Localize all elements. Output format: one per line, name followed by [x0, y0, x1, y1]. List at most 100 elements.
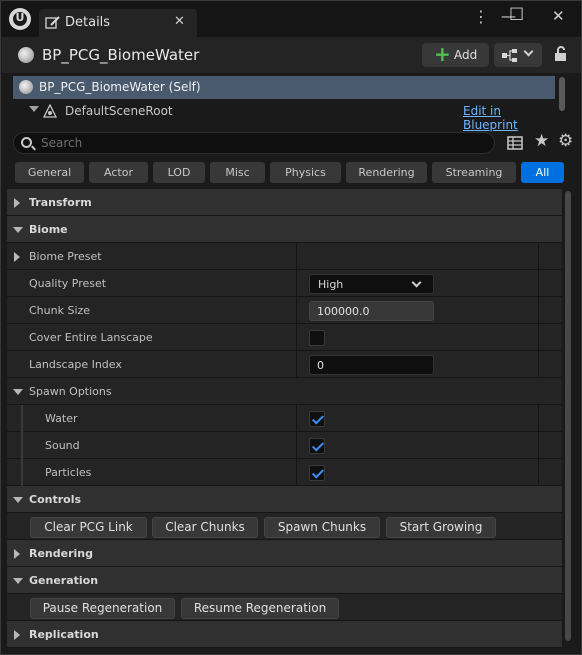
- water-checkbox[interactable]: [309, 411, 325, 427]
- landscape-index-field[interactable]: 0: [309, 355, 434, 375]
- controls-button-row: Clear PCG Link Clear Chunks Spawn Chunks…: [7, 513, 562, 540]
- column-divider[interactable]: [296, 459, 297, 486]
- expand-arrow-icon[interactable]: [14, 630, 20, 640]
- column-divider: [538, 351, 539, 378]
- generation-button-row: Pause Regeneration Resume Regeneration: [7, 594, 562, 621]
- expand-arrow-icon[interactable]: [29, 106, 39, 112]
- tab-general[interactable]: General: [15, 162, 84, 183]
- blueprint-options-button[interactable]: [494, 43, 542, 67]
- tab-lod[interactable]: LOD: [153, 162, 205, 183]
- category-rendering[interactable]: Rendering: [7, 540, 562, 567]
- column-divider[interactable]: [296, 270, 297, 297]
- settings-gear-icon[interactable]: ⚙: [558, 133, 573, 150]
- collapse-arrow-icon[interactable]: [13, 389, 23, 395]
- collapse-arrow-icon[interactable]: [13, 578, 23, 584]
- tab-details-label: Details: [65, 15, 111, 30]
- start-growing-button[interactable]: Start Growing: [386, 517, 496, 538]
- column-divider: [538, 297, 539, 324]
- tab-misc[interactable]: Misc: [210, 162, 265, 183]
- category-replication[interactable]: Replication: [7, 621, 562, 648]
- unreal-logo-icon[interactable]: U: [9, 8, 31, 30]
- column-divider[interactable]: [296, 324, 297, 351]
- add-button-label: Add: [454, 48, 478, 62]
- tab-rendering[interactable]: Rendering: [346, 162, 427, 183]
- particles-checkbox[interactable]: [309, 465, 325, 481]
- spawn-chunks-button[interactable]: Spawn Chunks: [264, 517, 380, 538]
- category-generation[interactable]: Generation: [7, 567, 562, 594]
- table-view-icon[interactable]: [507, 135, 523, 151]
- column-divider[interactable]: [296, 297, 297, 324]
- property-particles: Particles: [7, 459, 562, 486]
- sound-checkbox[interactable]: [309, 438, 325, 454]
- component-self-label: BP_PCG_BiomeWater (Self): [39, 80, 201, 94]
- column-divider[interactable]: [296, 405, 297, 432]
- lock-icon[interactable]: [554, 46, 568, 62]
- plus-icon: +: [434, 42, 451, 66]
- property-water: Water: [7, 405, 562, 432]
- category-controls[interactable]: Controls: [7, 486, 562, 513]
- collapse-arrow-icon[interactable]: [13, 497, 23, 503]
- tab-streaming[interactable]: Streaming: [432, 162, 516, 183]
- field-value: 0: [317, 359, 324, 372]
- column-divider: [538, 432, 539, 459]
- tab-details[interactable]: Details ✕: [39, 9, 197, 37]
- category-biome[interactable]: Biome: [7, 216, 562, 243]
- details-window: U Details ✕ ⋮ — ☐ ✕ BP_PCG_BiomeWater + …: [0, 0, 582, 655]
- details-pencil-icon: [45, 16, 60, 29]
- component-self-row[interactable]: BP_PCG_BiomeWater (Self): [13, 76, 555, 99]
- search-input[interactable]: [41, 135, 481, 151]
- tree-scrollbar[interactable]: [559, 77, 565, 111]
- scene-root-icon: [43, 104, 57, 118]
- pause-regeneration-button[interactable]: Pause Regeneration: [30, 598, 175, 619]
- tab-actor[interactable]: Actor: [89, 162, 148, 183]
- indent-guide: [21, 405, 23, 432]
- tab-all[interactable]: All: [521, 162, 564, 183]
- add-component-button[interactable]: + Add: [422, 43, 489, 67]
- edit-in-blueprint-link[interactable]: Edit in Blueprint: [463, 104, 555, 132]
- tab-close-icon[interactable]: ✕: [174, 14, 185, 29]
- actor-sphere-icon: [18, 47, 34, 63]
- chevron-down-icon: [523, 46, 534, 57]
- resume-regeneration-button[interactable]: Resume Regeneration: [181, 598, 339, 619]
- column-divider[interactable]: [296, 432, 297, 459]
- options-menu-icon[interactable]: ⋮: [473, 7, 489, 26]
- expand-arrow-icon[interactable]: [14, 252, 20, 262]
- clear-pcg-link-button[interactable]: Clear PCG Link: [30, 517, 147, 538]
- component-root-label: DefaultSceneRoot: [65, 104, 173, 118]
- quality-preset-dropdown[interactable]: High: [309, 274, 434, 294]
- chunk-size-field[interactable]: 100000.0: [309, 301, 434, 321]
- scrollbar-thumb[interactable]: [565, 191, 571, 641]
- column-divider[interactable]: [296, 351, 297, 378]
- property-label: Landscape Index: [29, 358, 122, 371]
- property-quality-preset: Quality Preset High: [7, 270, 562, 297]
- group-spawn-options[interactable]: Spawn Options: [7, 378, 562, 405]
- expand-arrow-icon[interactable]: [14, 549, 20, 559]
- category-label: Transform: [29, 196, 92, 209]
- column-divider: [538, 324, 539, 351]
- column-divider: [538, 270, 539, 297]
- property-chunk-size: Chunk Size 100000.0: [7, 297, 562, 324]
- category-label: Generation: [29, 574, 99, 587]
- category-label: Rendering: [29, 547, 93, 560]
- component-root-row[interactable]: DefaultSceneRoot Edit in Blueprint: [13, 101, 555, 132]
- property-biome-preset[interactable]: Biome Preset: [7, 243, 562, 270]
- property-label: Quality Preset: [29, 277, 107, 290]
- favorite-star-icon[interactable]: ★: [534, 133, 549, 150]
- expand-arrow-icon[interactable]: [14, 198, 20, 208]
- indent-guide: [21, 432, 23, 459]
- clear-chunks-button[interactable]: Clear Chunks: [152, 517, 258, 538]
- category-transform[interactable]: Transform: [7, 189, 562, 216]
- property-scrollbar[interactable]: [564, 191, 572, 641]
- property-sound: Sound: [7, 432, 562, 459]
- tab-physics[interactable]: Physics: [270, 162, 341, 183]
- property-panel: Transform Biome Biome Preset Quality Pre…: [7, 189, 562, 649]
- actor-title: BP_PCG_BiomeWater: [42, 46, 200, 64]
- property-label: Sound: [45, 439, 80, 452]
- search-box[interactable]: [13, 132, 495, 154]
- column-divider[interactable]: [296, 243, 297, 270]
- maximize-icon[interactable]: ☐: [509, 5, 524, 25]
- category-label: Controls: [29, 493, 82, 506]
- collapse-arrow-icon[interactable]: [13, 227, 23, 233]
- cover-entire-checkbox[interactable]: [309, 330, 325, 346]
- close-window-icon[interactable]: ✕: [552, 7, 565, 25]
